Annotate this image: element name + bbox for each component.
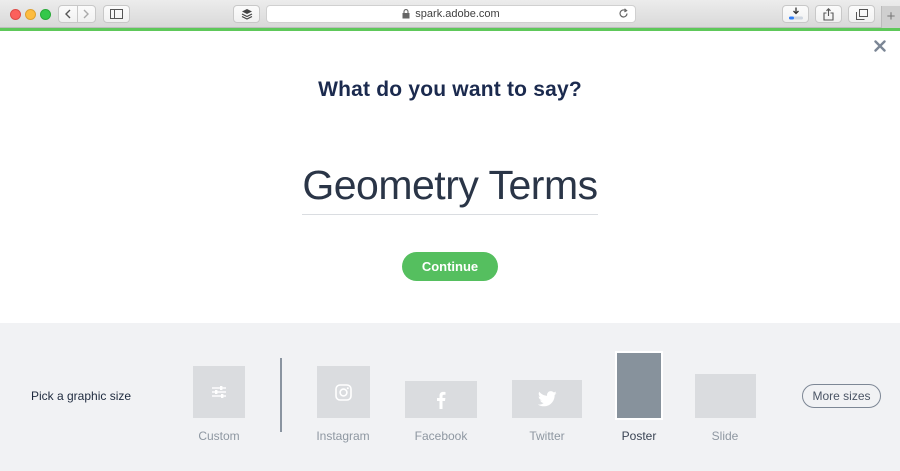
size-thumb-custom: [193, 366, 245, 418]
forward-button[interactable]: [76, 6, 95, 22]
instagram-icon: [335, 383, 352, 401]
size-label-poster: Poster: [621, 429, 657, 443]
tabs-icon: [855, 8, 868, 20]
minimize-window-button[interactable]: [25, 9, 36, 20]
address-bar[interactable]: spark.adobe.com: [266, 5, 636, 23]
size-divider: [280, 358, 282, 432]
tab-overview-button[interactable]: [848, 5, 875, 23]
size-label-twitter: Twitter: [529, 429, 565, 443]
page-load-bar: [0, 28, 900, 31]
size-thumb-slide: [695, 374, 756, 418]
size-picker-label: Pick a graphic size: [31, 389, 132, 403]
share-icon: [823, 7, 834, 21]
twitter-icon: [537, 391, 557, 407]
close-window-button[interactable]: [10, 9, 21, 20]
size-label-slide: Slide: [711, 429, 739, 443]
share-button[interactable]: [815, 5, 842, 23]
facebook-icon: [437, 391, 446, 409]
continue-button[interactable]: Continue: [402, 252, 498, 281]
history-nav: [58, 5, 96, 23]
size-thumb-poster: [617, 353, 661, 418]
more-sizes-button[interactable]: More sizes: [802, 384, 881, 408]
url-text: spark.adobe.com: [415, 8, 500, 20]
sliders-icon: [212, 386, 226, 398]
close-dialog-button[interactable]: [873, 39, 887, 53]
size-label-facebook: Facebook: [414, 429, 468, 443]
browser-toolbar: spark.adobe.com +: [0, 0, 900, 28]
sidebar-icon: [110, 9, 123, 19]
back-icon: [64, 9, 71, 19]
back-button[interactable]: [59, 6, 77, 22]
layers-icon: [241, 9, 252, 20]
lock-icon: [402, 9, 410, 19]
forward-icon: [83, 9, 90, 19]
close-icon: [874, 40, 886, 52]
downloads-button[interactable]: [782, 5, 809, 23]
size-thumb-twitter: [512, 380, 582, 418]
size-label-instagram: Instagram: [316, 429, 370, 443]
title-input[interactable]: [302, 157, 598, 215]
zoom-window-button[interactable]: [40, 9, 51, 20]
reload-icon[interactable]: [618, 8, 629, 19]
size-label-custom: Custom: [198, 429, 240, 443]
size-thumb-facebook: [405, 381, 477, 418]
size-picker-panel: Pick a graphic size Custom Instagram Fac…: [0, 323, 900, 471]
extensions-button[interactable]: [233, 5, 260, 23]
download-icon: [788, 7, 803, 20]
sidebar-toggle-button[interactable]: [103, 5, 130, 23]
new-tab-button[interactable]: +: [881, 6, 900, 28]
dialog-heading: What do you want to say?: [318, 78, 582, 101]
size-thumb-instagram: [317, 366, 370, 418]
